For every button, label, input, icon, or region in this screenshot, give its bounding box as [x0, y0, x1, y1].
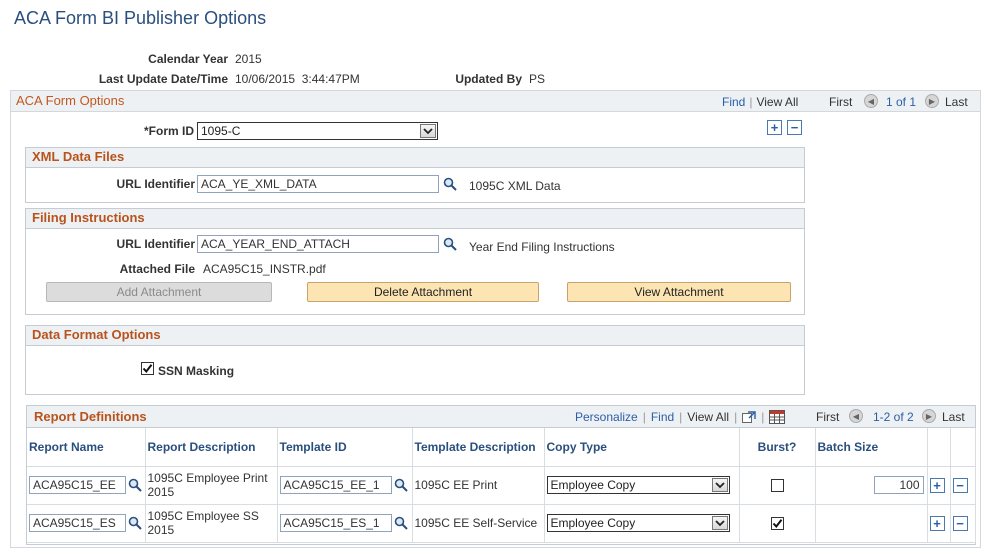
updated-by-label: Updated By: [455, 72, 522, 86]
chevron-down-icon[interactable]: [711, 516, 728, 530]
report-grid-toolbar: Personalize | Find | View All | |: [575, 410, 786, 424]
view-all-link[interactable]: View All: [756, 95, 798, 109]
report-first-label: First: [816, 410, 840, 424]
magnifier-icon[interactable]: [443, 237, 457, 251]
last-update-label: Last Update Date/Time: [98, 72, 228, 86]
delete-row-button[interactable]: −: [787, 120, 802, 135]
report-view-all-link[interactable]: View All: [687, 410, 729, 424]
col-delete: [950, 428, 976, 467]
batch-size-input[interactable]: 100: [873, 476, 924, 494]
delete-row-button[interactable]: −: [952, 477, 968, 493]
attached-file-value: ACA95C15_INSTR.pdf: [203, 262, 326, 276]
attached-file-label: Attached File: [119, 262, 195, 276]
copy-type-value: Employee Copy: [550, 516, 636, 530]
grid-download-icon[interactable]: [769, 410, 786, 424]
burst-checkbox[interactable]: [770, 516, 784, 530]
batch-size-cell: [815, 504, 928, 543]
add-row-button[interactable]: +: [929, 515, 945, 531]
col-batch-size[interactable]: Batch Size: [815, 428, 928, 467]
arrow-right-icon[interactable]: ▶: [925, 94, 939, 108]
row-count: 1 of 1: [886, 95, 917, 109]
report-definitions-title: Report Definitions: [34, 409, 147, 424]
last-update-value: 10/06/2015 3:44:47PM: [235, 72, 360, 86]
checkmark-icon: [772, 518, 782, 528]
col-copy-type[interactable]: Copy Type: [544, 428, 740, 467]
find-link[interactable]: Find: [722, 95, 745, 109]
delete-attachment-button[interactable]: Delete Attachment: [307, 282, 539, 302]
calendar-year-label: Calendar Year: [148, 52, 228, 66]
xml-data-files-header: XML Data Files: [26, 148, 804, 168]
col-template-id[interactable]: Template ID: [277, 428, 413, 467]
data-format-options-title: Data Format Options: [32, 327, 161, 342]
form-id-select[interactable]: 1095-C: [197, 122, 438, 140]
magnifier-icon[interactable]: [443, 177, 457, 191]
col-burst[interactable]: Burst?: [739, 428, 816, 467]
report-table-header-row: Report Name Report Description Template …: [27, 428, 976, 467]
magnifier-icon[interactable]: [128, 478, 142, 492]
form-id-label: *Form ID: [143, 124, 194, 138]
template-id-input[interactable]: ACA95C15_ES_1: [279, 514, 392, 532]
xml-url-input[interactable]: ACA_YE_XML_DATA: [197, 175, 439, 193]
table-row: ACA95C15_EE 1095C Employee Print 2015 AC…: [27, 466, 976, 505]
arrow-left-icon[interactable]: ◀: [864, 94, 878, 108]
arrow-right-icon[interactable]: ▶: [922, 409, 936, 423]
col-template-description[interactable]: Template Description: [412, 428, 545, 467]
xml-data-files-title: XML Data Files: [32, 149, 125, 164]
calendar-year-value: 2015: [235, 52, 262, 66]
form-options-nav: Find | View All: [722, 95, 799, 109]
report-find-link[interactable]: Find: [651, 410, 674, 424]
magnifier-icon[interactable]: [394, 516, 408, 530]
page-title: ACA Form BI Publisher Options: [14, 8, 267, 28]
add-row-button[interactable]: +: [767, 120, 782, 135]
report-description: 1095C Employee SS 2015: [145, 504, 278, 543]
report-name-input[interactable]: ACA95C15_ES: [29, 514, 126, 532]
filing-url-description: Year End Filing Instructions: [469, 240, 615, 254]
chevron-down-icon[interactable]: [711, 478, 728, 492]
zoom-icon[interactable]: [742, 411, 756, 423]
table-row: ACA95C15_ES 1095C Employee SS 2015 ACA95…: [27, 504, 976, 543]
checkmark-icon: [142, 364, 153, 374]
add-attachment-button[interactable]: Add Attachment: [46, 282, 272, 302]
arrow-left-icon[interactable]: ◀: [849, 409, 863, 423]
updated-by-value: PS: [529, 72, 546, 86]
xml-url-description: 1095C XML Data: [469, 179, 561, 193]
template-id-input[interactable]: ACA95C15_EE_1: [279, 476, 392, 494]
col-report-name[interactable]: Report Name: [27, 428, 146, 467]
xml-url-label: URL Identifier: [116, 177, 195, 191]
burst-checkbox[interactable]: [770, 478, 784, 492]
last-label: Last: [945, 95, 968, 109]
form-id-value: 1095-C: [201, 124, 241, 138]
template-description: 1095C EE Print: [412, 466, 545, 505]
template-description: 1095C EE Self-Service: [412, 504, 545, 543]
magnifier-icon[interactable]: [394, 478, 408, 492]
report-definitions-table: Report Name Report Description Template …: [27, 428, 976, 543]
report-last-label: Last: [942, 410, 965, 424]
delete-row-button[interactable]: −: [952, 515, 968, 531]
col-report-description[interactable]: Report Description: [145, 428, 278, 467]
data-format-options-header: Data Format Options: [26, 326, 804, 346]
copy-type-value: Employee Copy: [550, 478, 636, 492]
report-row-count: 1-2 of 2: [873, 410, 914, 424]
magnifier-icon[interactable]: [128, 516, 142, 530]
report-description: 1095C Employee Print 2015: [145, 466, 278, 505]
view-attachment-button[interactable]: View Attachment: [567, 282, 791, 302]
ssn-masking-label: SSN Masking: [158, 364, 235, 378]
ssn-masking-checkbox[interactable]: [141, 362, 154, 375]
chevron-down-icon[interactable]: [420, 124, 436, 138]
personalize-link[interactable]: Personalize: [575, 410, 638, 424]
add-row-button[interactable]: +: [929, 477, 945, 493]
col-add: [927, 428, 951, 467]
aca-form-options-title: ACA Form Options: [16, 93, 125, 108]
first-label: First: [829, 95, 853, 109]
filing-url-input[interactable]: ACA_YEAR_END_ATTACH: [197, 235, 439, 253]
copy-type-select[interactable]: Employee Copy: [546, 514, 730, 532]
filing-instructions-header: Filing Instructions: [26, 209, 804, 229]
report-name-input[interactable]: ACA95C15_EE: [29, 476, 126, 494]
data-format-options-group: Data Format Options: [25, 325, 805, 395]
filing-instructions-title: Filing Instructions: [32, 210, 145, 225]
filing-url-label: URL Identifier: [116, 237, 195, 251]
copy-type-select[interactable]: Employee Copy: [546, 476, 730, 494]
